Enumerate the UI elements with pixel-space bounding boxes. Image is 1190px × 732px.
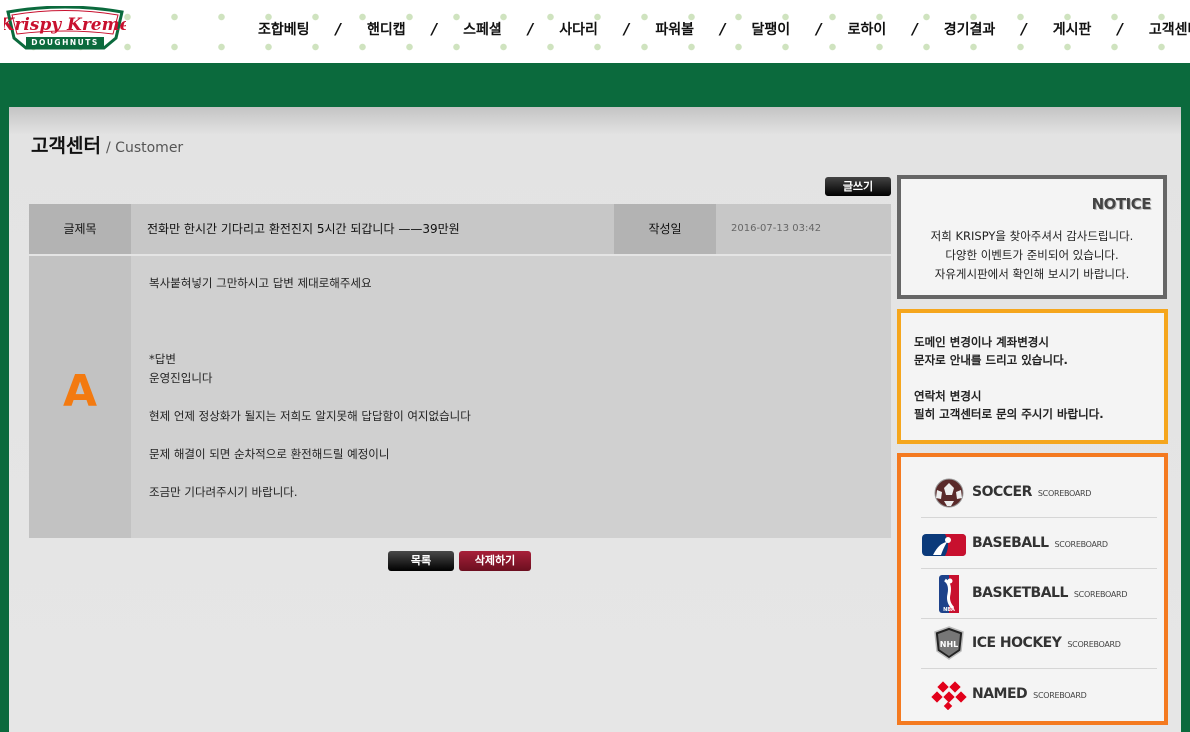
post-body-line: 운영진입니다 xyxy=(149,371,213,385)
scoreboard-sub: SCOREBOARD xyxy=(1033,691,1087,700)
scoreboard-name: NAMED SCOREBOARD xyxy=(972,686,1087,702)
nav-customer-center[interactable]: 고객센터 xyxy=(1149,19,1190,39)
post-body-row: A 복사붙혀넣기 그만하시고 답변 제대로해주세요 *답변 운영진입니다 현제 … xyxy=(29,256,891,538)
nav-separator: / xyxy=(720,20,726,38)
svg-text:Krispy Kreme: Krispy Kreme xyxy=(4,15,126,35)
info-line xyxy=(914,369,1104,387)
nav-snail[interactable]: 달팽이 xyxy=(752,19,791,39)
page-title-sub: / Customer xyxy=(106,140,184,156)
nav-separator: / xyxy=(527,20,534,38)
post-body-line: *답변 xyxy=(149,352,176,366)
delete-button[interactable]: 삭제하기 xyxy=(459,551,531,571)
scoreboard-panel: SOCCER SCOREBOARD BASEBALL SCOREBOARD NBA … xyxy=(897,453,1168,725)
svg-text:NBA: NBA xyxy=(943,607,955,613)
contact-info-text: 도메인 변경이나 계좌변경시 문자로 안내를 드리고 있습니다. 연락처 변경시… xyxy=(914,333,1104,423)
nav-results[interactable]: 경기결과 xyxy=(944,19,996,39)
soccer-ball-icon xyxy=(934,478,964,508)
scoreboard-sub: SCOREBOARD xyxy=(1073,590,1128,599)
nav-board[interactable]: 게시판 xyxy=(1053,19,1092,39)
svg-text:DOUGHNUTS: DOUGHNUTS xyxy=(31,38,99,47)
post-body: 복사붙혀넣기 그만하시고 답변 제대로해주세요 *답변 운영진입니다 현제 언제… xyxy=(149,274,471,502)
page-title: 고객센터 / Customer xyxy=(31,131,183,158)
post-body-line xyxy=(149,388,471,407)
scoreboard-name: SOCCER SCOREBOARD xyxy=(972,484,1092,500)
nhl-logo-icon: NHL xyxy=(934,626,964,660)
scoreboard-named[interactable]: NAMED SCOREBOARD xyxy=(921,670,1157,719)
list-button[interactable]: 목록 xyxy=(388,551,454,571)
nav-special[interactable]: 스페셜 xyxy=(463,19,502,39)
post-body-line xyxy=(149,464,471,483)
scoreboard-sub: SCOREBOARD xyxy=(1037,489,1092,498)
scoreboard-sub: SCOREBOARD xyxy=(1067,640,1121,649)
info-line: 연락처 변경시 xyxy=(914,389,982,403)
answer-marker: A xyxy=(62,366,98,417)
post-subject: 전화만 한시간 기다리고 환전진지 5시간 되갑니다 ——39만원 xyxy=(147,222,460,236)
answer-marker-cell: A xyxy=(29,256,131,538)
nav-separator: / xyxy=(431,20,438,38)
notice-text: 저희 KRISPY을 찾아주셔서 감사드립니다. 다양한 이벤트가 준비되어 있… xyxy=(901,227,1163,284)
mlb-logo-icon xyxy=(922,534,966,556)
scoreboard-name: BASEBALL SCOREBOARD xyxy=(972,535,1108,551)
info-line: 도메인 변경이나 계좌변경시 xyxy=(914,335,1049,349)
nav-separator: / xyxy=(335,20,342,38)
svg-text:NHL: NHL xyxy=(940,640,959,649)
post-body-line: 조금만 기다려주시기 바랍니다. xyxy=(149,485,298,499)
scoreboard-soccer[interactable]: SOCCER SCOREBOARD xyxy=(921,468,1157,518)
scoreboard-baseball[interactable]: BASEBALL SCOREBOARD xyxy=(921,519,1157,569)
date-label: 작성일 xyxy=(614,204,716,254)
info-line: 필히 고객센터로 문의 주시기 바랍니다. xyxy=(914,407,1104,421)
nav-separator: / xyxy=(623,20,630,38)
scoreboard-ice-hockey[interactable]: NHL ICE HOCKEY SCOREBOARD xyxy=(921,619,1157,669)
notice-line: 자유게시판에서 확인해 보시기 바랍니다. xyxy=(934,267,1130,281)
notice-line: 다양한 이벤트가 준비되어 있습니다. xyxy=(945,248,1119,262)
page-title-main: 고객센터 xyxy=(31,135,101,157)
nav-ladder[interactable]: 사다리 xyxy=(559,19,598,39)
green-border-left xyxy=(0,107,9,732)
nba-logo-icon: NBA xyxy=(939,575,959,613)
nav-lowhigh[interactable]: 로하이 xyxy=(848,19,887,39)
green-border-right xyxy=(1181,107,1190,732)
nav-separator: / xyxy=(816,20,822,38)
scoreboard-basketball[interactable]: NBA BASKETBALL SCOREBOARD xyxy=(921,569,1157,619)
info-line: 문자로 안내를 드리고 있습니다. xyxy=(914,353,1068,367)
notice-line: 저희 KRISPY을 찾아주셔서 감사드립니다. xyxy=(930,229,1134,243)
post-body-line xyxy=(149,312,471,331)
green-banner xyxy=(0,63,1190,107)
nav-handicap[interactable]: 핸디캡 xyxy=(367,19,406,39)
scoreboard-name: ICE HOCKEY SCOREBOARD xyxy=(972,635,1121,651)
nav-separator: / xyxy=(1117,20,1123,38)
contact-info-panel: 도메인 변경이나 계좌변경시 문자로 안내를 드리고 있습니다. 연락처 변경시… xyxy=(897,309,1168,444)
nav-combo-betting[interactable]: 조합베팅 xyxy=(258,19,310,39)
nav-separator: / xyxy=(912,20,918,38)
nav-separator: / xyxy=(1021,20,1027,38)
post-header-row: 글제목 전화만 한시간 기다리고 환전진지 5시간 되갑니다 ——39만원 작성… xyxy=(29,204,891,254)
post-body-line: 현제 언제 정상화가 될지는 저희도 알지못해 답답함이 여지없습니다 xyxy=(149,409,471,423)
post-body-line xyxy=(149,331,471,350)
krispy-kreme-logo[interactable]: Krispy Kreme DOUGHNUTS xyxy=(4,6,126,50)
scoreboard-name: BASKETBALL SCOREBOARD xyxy=(972,585,1128,601)
notice-title: NOTICE xyxy=(1091,195,1152,213)
nav-powerball[interactable]: 파워볼 xyxy=(655,19,694,39)
post-body-line xyxy=(149,426,471,445)
subject-label: 글제목 xyxy=(29,204,131,254)
post-body-line xyxy=(149,293,471,312)
post-body-line: 문제 해결이 되면 순차적으로 환전해드릴 예정이니 xyxy=(149,447,390,461)
write-button[interactable]: 글쓰기 xyxy=(825,177,891,196)
post-date: 2016-07-13 03:42 xyxy=(731,223,822,234)
main-nav: 조합베팅 / 핸디캡 / 스페셜 / 사다리 / 파워볼 / 달팽이 / 로하이… xyxy=(258,16,1190,42)
scoreboard-sub: SCOREBOARD xyxy=(1054,540,1109,549)
notice-panel: NOTICE 저희 KRISPY을 찾아주셔서 감사드립니다. 다양한 이벤트가… xyxy=(897,175,1167,299)
header: Krispy Kreme DOUGHNUTS 조합베팅 / 핸디캡 / 스페셜 … xyxy=(0,0,1190,63)
named-logo-icon xyxy=(931,681,967,710)
post-body-line: 복사붙혀넣기 그만하시고 답변 제대로해주세요 xyxy=(149,276,372,290)
